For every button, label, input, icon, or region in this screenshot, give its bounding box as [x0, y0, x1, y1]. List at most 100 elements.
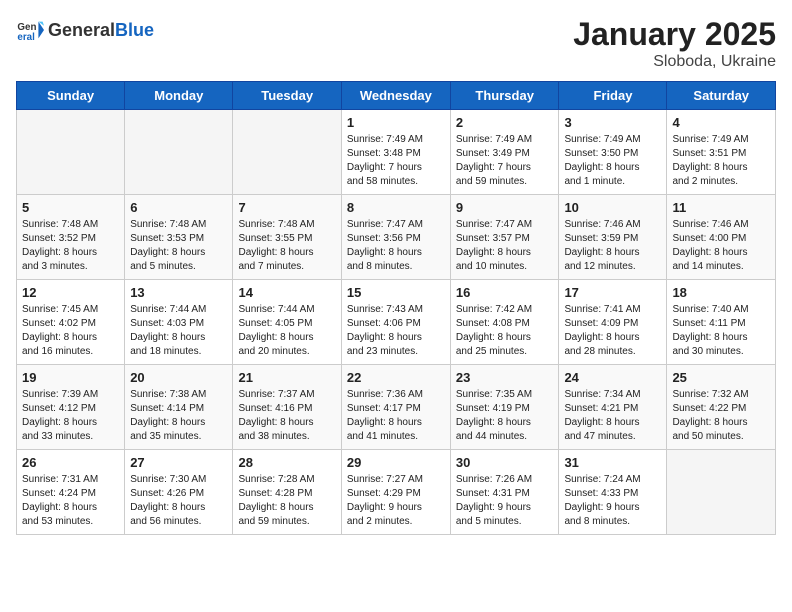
calendar-cell: 3 Sunrise: 7:49 AM Sunset: 3:50 PM Daylig…	[559, 110, 667, 195]
calendar-cell: 13 Sunrise: 7:44 AM Sunset: 4:03 PM Dayli…	[125, 280, 233, 365]
calendar-cell: 2 Sunrise: 7:49 AM Sunset: 3:49 PM Daylig…	[450, 110, 559, 195]
day-number: 14	[238, 285, 335, 300]
weekday-header-wednesday: Wednesday	[341, 82, 450, 110]
calendar-subtitle: Sloboda, Ukraine	[573, 53, 776, 71]
day-number: 12	[22, 285, 119, 300]
calendar-cell: 28 Sunrise: 7:28 AM Sunset: 4:28 PM Dayli…	[233, 450, 341, 535]
calendar-cell: 8 Sunrise: 7:47 AM Sunset: 3:56 PM Daylig…	[341, 195, 450, 280]
day-number: 21	[238, 370, 335, 385]
logo-general-text: General	[48, 20, 115, 40]
weekday-header-thursday: Thursday	[450, 82, 559, 110]
day-info: Sunrise: 7:45 AM Sunset: 4:02 PM Dayligh…	[22, 303, 119, 359]
calendar-cell: 17 Sunrise: 7:41 AM Sunset: 4:09 PM Dayli…	[559, 280, 667, 365]
day-number: 20	[130, 370, 227, 385]
day-info: Sunrise: 7:36 AM Sunset: 4:17 PM Dayligh…	[347, 388, 445, 444]
weekday-header-saturday: Saturday	[667, 82, 776, 110]
day-info: Sunrise: 7:40 AM Sunset: 4:11 PM Dayligh…	[672, 303, 770, 359]
logo-icon: Gen eral	[16, 16, 44, 44]
day-info: Sunrise: 7:37 AM Sunset: 4:16 PM Dayligh…	[238, 388, 335, 444]
calendar-cell: 29Sunrise: 7:27 AM Sunset: 4:29 PM Dayli…	[341, 450, 450, 535]
calendar-cell	[125, 110, 233, 195]
day-number: 3	[564, 115, 661, 130]
day-info: Sunrise: 7:48 AM Sunset: 3:52 PM Dayligh…	[22, 218, 119, 274]
calendar-cell: 15 Sunrise: 7:43 AM Sunset: 4:06 PM Dayli…	[341, 280, 450, 365]
day-number: 11	[672, 200, 770, 215]
calendar-cell: 9Sunrise: 7:47 AM Sunset: 3:57 PM Daylig…	[450, 195, 559, 280]
calendar-cell: 24 Sunrise: 7:34 AM Sunset: 4:21 PM Dayli…	[559, 365, 667, 450]
calendar-cell: 7 Sunrise: 7:48 AM Sunset: 3:55 PM Daylig…	[233, 195, 341, 280]
calendar-cell: 11 Sunrise: 7:46 AM Sunset: 4:00 PM Dayli…	[667, 195, 776, 280]
day-info: Sunrise: 7:38 AM Sunset: 4:14 PM Dayligh…	[130, 388, 227, 444]
week-row-2: 5 Sunrise: 7:48 AM Sunset: 3:52 PM Daylig…	[17, 195, 776, 280]
calendar-title: January 2025	[573, 16, 776, 53]
calendar-cell: 5 Sunrise: 7:48 AM Sunset: 3:52 PM Daylig…	[17, 195, 125, 280]
day-number: 24	[564, 370, 661, 385]
day-info: Sunrise: 7:48 AM Sunset: 3:55 PM Dayligh…	[238, 218, 335, 274]
calendar-cell: 1 Sunrise: 7:49 AM Sunset: 3:48 PM Daylig…	[341, 110, 450, 195]
day-info: Sunrise: 7:49 AM Sunset: 3:49 PM Dayligh…	[456, 133, 554, 189]
day-number: 17	[564, 285, 661, 300]
day-number: 2	[456, 115, 554, 130]
day-number: 23	[456, 370, 554, 385]
day-info: Sunrise: 7:27 AM Sunset: 4:29 PM Dayligh…	[347, 473, 445, 529]
weekday-header-tuesday: Tuesday	[233, 82, 341, 110]
day-number: 31	[564, 455, 661, 470]
calendar-cell: 21 Sunrise: 7:37 AM Sunset: 4:16 PM Dayli…	[233, 365, 341, 450]
calendar-cell: 18 Sunrise: 7:40 AM Sunset: 4:11 PM Dayli…	[667, 280, 776, 365]
day-number: 8	[347, 200, 445, 215]
day-info: Sunrise: 7:47 AM Sunset: 3:57 PM Dayligh…	[456, 218, 554, 274]
week-row-1: 1 Sunrise: 7:49 AM Sunset: 3:48 PM Daylig…	[17, 110, 776, 195]
calendar-cell: 30Sunrise: 7:26 AM Sunset: 4:31 PM Dayli…	[450, 450, 559, 535]
day-number: 28	[238, 455, 335, 470]
weekday-header-friday: Friday	[559, 82, 667, 110]
day-number: 27	[130, 455, 227, 470]
day-number: 1	[347, 115, 445, 130]
day-info: Sunrise: 7:34 AM Sunset: 4:21 PM Dayligh…	[564, 388, 661, 444]
day-info: Sunrise: 7:49 AM Sunset: 3:50 PM Dayligh…	[564, 133, 661, 189]
day-info: Sunrise: 7:28 AM Sunset: 4:28 PM Dayligh…	[238, 473, 335, 529]
day-number: 13	[130, 285, 227, 300]
calendar-cell	[233, 110, 341, 195]
day-info: Sunrise: 7:44 AM Sunset: 4:05 PM Dayligh…	[238, 303, 335, 359]
calendar-cell: 26Sunrise: 7:31 AM Sunset: 4:24 PM Dayli…	[17, 450, 125, 535]
day-info: Sunrise: 7:26 AM Sunset: 4:31 PM Dayligh…	[456, 473, 554, 529]
day-number: 6	[130, 200, 227, 215]
day-info: Sunrise: 7:49 AM Sunset: 3:51 PM Dayligh…	[672, 133, 770, 189]
day-info: Sunrise: 7:43 AM Sunset: 4:06 PM Dayligh…	[347, 303, 445, 359]
calendar-cell: 20 Sunrise: 7:38 AM Sunset: 4:14 PM Dayli…	[125, 365, 233, 450]
calendar-cell: 14 Sunrise: 7:44 AM Sunset: 4:05 PM Dayli…	[233, 280, 341, 365]
calendar-cell	[17, 110, 125, 195]
weekday-header-row: SundayMondayTuesdayWednesdayThursdayFrid…	[17, 82, 776, 110]
calendar-table: SundayMondayTuesdayWednesdayThursdayFrid…	[16, 81, 776, 535]
day-info: Sunrise: 7:46 AM Sunset: 3:59 PM Dayligh…	[564, 218, 661, 274]
day-info: Sunrise: 7:48 AM Sunset: 3:53 PM Dayligh…	[130, 218, 227, 274]
day-info: Sunrise: 7:49 AM Sunset: 3:48 PM Dayligh…	[347, 133, 445, 189]
calendar-cell: 19Sunrise: 7:39 AM Sunset: 4:12 PM Dayli…	[17, 365, 125, 450]
day-info: Sunrise: 7:30 AM Sunset: 4:26 PM Dayligh…	[130, 473, 227, 529]
day-number: 5	[22, 200, 119, 215]
day-number: 22	[347, 370, 445, 385]
title-block: January 2025 Sloboda, Ukraine	[573, 16, 776, 71]
day-info: Sunrise: 7:41 AM Sunset: 4:09 PM Dayligh…	[564, 303, 661, 359]
day-number: 7	[238, 200, 335, 215]
calendar-cell: 16Sunrise: 7:42 AM Sunset: 4:08 PM Dayli…	[450, 280, 559, 365]
logo: Gen eral GeneralBlue	[16, 16, 154, 44]
day-number: 25	[672, 370, 770, 385]
day-info: Sunrise: 7:44 AM Sunset: 4:03 PM Dayligh…	[130, 303, 227, 359]
page-header: Gen eral GeneralBlue January 2025 Slobod…	[16, 16, 776, 71]
calendar-cell: 6 Sunrise: 7:48 AM Sunset: 3:53 PM Daylig…	[125, 195, 233, 280]
day-number: 18	[672, 285, 770, 300]
day-number: 15	[347, 285, 445, 300]
calendar-cell: 31 Sunrise: 7:24 AM Sunset: 4:33 PM Dayli…	[559, 450, 667, 535]
week-row-4: 19Sunrise: 7:39 AM Sunset: 4:12 PM Dayli…	[17, 365, 776, 450]
calendar-cell: 10 Sunrise: 7:46 AM Sunset: 3:59 PM Dayli…	[559, 195, 667, 280]
day-info: Sunrise: 7:46 AM Sunset: 4:00 PM Dayligh…	[672, 218, 770, 274]
day-number: 10	[564, 200, 661, 215]
day-info: Sunrise: 7:24 AM Sunset: 4:33 PM Dayligh…	[564, 473, 661, 529]
day-info: Sunrise: 7:47 AM Sunset: 3:56 PM Dayligh…	[347, 218, 445, 274]
calendar-cell: 4Sunrise: 7:49 AM Sunset: 3:51 PM Daylig…	[667, 110, 776, 195]
calendar-cell: 25 Sunrise: 7:32 AM Sunset: 4:22 PM Dayli…	[667, 365, 776, 450]
day-info: Sunrise: 7:32 AM Sunset: 4:22 PM Dayligh…	[672, 388, 770, 444]
calendar-cell: 22 Sunrise: 7:36 AM Sunset: 4:17 PM Dayli…	[341, 365, 450, 450]
calendar-cell: 27 Sunrise: 7:30 AM Sunset: 4:26 PM Dayli…	[125, 450, 233, 535]
